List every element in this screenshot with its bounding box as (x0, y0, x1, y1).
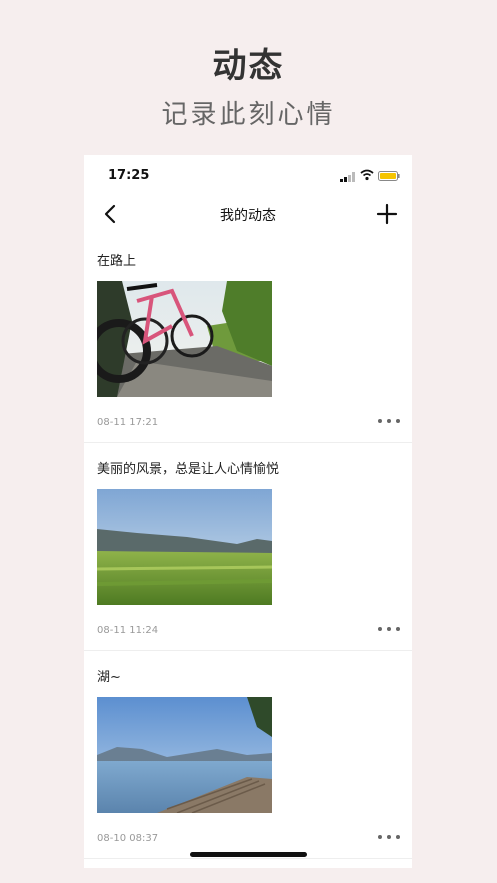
post-item: 在路上 08-11 17:21 (84, 235, 412, 443)
post-time: 08-11 17:21 (97, 417, 159, 428)
nav-bar: 我的动态 (84, 195, 412, 235)
post-item: 美丽的风景，总是让人心情愉悦 08-11 11:24 (84, 443, 412, 651)
more-icon[interactable] (376, 414, 402, 428)
hero-subtitle: 记录此刻心情 (161, 100, 336, 130)
bicycle-road-photo[interactable] (97, 281, 272, 397)
hero-title: 动态 (212, 46, 285, 86)
more-icon[interactable] (376, 622, 402, 636)
add-icon[interactable] (376, 203, 398, 225)
post-time: 08-10 08:37 (97, 833, 159, 844)
post-time: 08-11 11:24 (97, 625, 159, 636)
phone-screen: 17:25 我的动态 在路上 08-11 17:21 美丽的风景，总是让人心情愉… (84, 155, 412, 868)
post-text: 美丽的风景，总是让人心情愉悦 (97, 462, 280, 477)
grassland-mountains-photo[interactable] (97, 489, 272, 605)
post-text: 湖~ (97, 670, 121, 685)
lake-pier-photo[interactable] (97, 697, 272, 813)
signal-icon (340, 172, 355, 182)
post-feed: 在路上 08-11 17:21 美丽的风景，总是让人心情愉悦 08-11 11:… (84, 235, 412, 859)
status-bar: 17:25 (84, 155, 412, 195)
page-title: 我的动态 (220, 208, 276, 224)
status-time: 17:25 (108, 168, 150, 183)
post-item: 湖~ 08-10 08:37 (84, 651, 412, 859)
more-icon[interactable] (376, 830, 402, 844)
battery-icon (378, 171, 400, 181)
home-indicator[interactable] (190, 852, 307, 857)
post-text: 在路上 (97, 254, 137, 269)
wifi-icon (360, 169, 374, 181)
